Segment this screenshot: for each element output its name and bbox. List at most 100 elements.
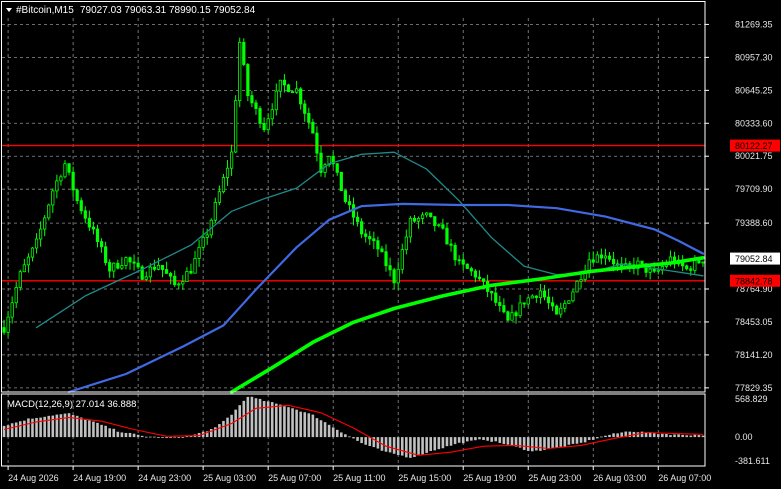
macd-bar <box>697 435 701 438</box>
macd-bar <box>685 435 689 438</box>
macd-bar <box>124 432 128 438</box>
macd-bar <box>2 425 6 438</box>
candle-body <box>299 88 303 105</box>
candle-body <box>538 290 543 298</box>
candle-body <box>55 180 59 192</box>
candle-body <box>567 300 571 304</box>
macd-bar <box>400 437 404 456</box>
candle-body <box>693 260 697 271</box>
macd-bar <box>478 437 481 440</box>
macd-bar <box>295 409 298 438</box>
macd-bar <box>31 418 34 438</box>
macd-bar <box>279 404 282 438</box>
macd-bar <box>283 406 286 438</box>
candle-body <box>225 167 230 178</box>
candle-body <box>270 109 274 120</box>
chart-canvas[interactable]: 81269.35 80957.30 80645.25 80333.60 80021.75… <box>0 0 781 489</box>
macd-bar <box>396 437 400 456</box>
candle-body <box>181 281 185 285</box>
macd-bar <box>331 427 335 438</box>
candle-body <box>603 255 608 259</box>
macd-bar <box>652 433 656 438</box>
candle-body <box>10 302 14 318</box>
macd-bar <box>323 422 327 438</box>
level-label-1-text: 78842.78 <box>735 276 773 286</box>
macd-bar <box>600 436 603 438</box>
macd-bar <box>43 416 46 438</box>
macd-bar <box>526 437 530 451</box>
candle-body <box>43 217 47 230</box>
candle-body <box>246 64 250 97</box>
chart-header: #Bitcoin,M15 79027.03 79063.31 78990.15 … <box>6 5 256 16</box>
macd-tick-label: -381.611 <box>735 456 770 466</box>
candle-body <box>416 218 421 222</box>
macd-bar <box>555 437 558 448</box>
macd-bar <box>230 414 233 438</box>
candle-body <box>611 258 616 265</box>
macd-bar <box>421 437 424 455</box>
macd-bar <box>291 408 294 438</box>
candle-body <box>595 254 599 263</box>
macd-bar <box>425 437 428 453</box>
candle-body <box>607 255 612 260</box>
macd-bar <box>656 434 660 438</box>
candle-body <box>213 201 217 221</box>
macd-bar <box>319 420 323 438</box>
candle-body <box>234 100 238 153</box>
macd-bar <box>409 437 412 458</box>
time-tick-label: 25 Aug 19:00 <box>463 473 516 483</box>
macd-bar <box>226 417 229 438</box>
candle-body <box>563 302 567 309</box>
candle-body <box>522 302 526 305</box>
candle-body <box>136 262 140 268</box>
macd-bar <box>689 435 693 438</box>
macd-bar <box>59 414 63 438</box>
candle-body <box>22 264 26 273</box>
macd-bar <box>128 432 132 438</box>
candle-body <box>156 264 161 270</box>
time-tick-label: 25 Aug 07:00 <box>268 473 321 483</box>
candle-body <box>75 189 79 202</box>
macd-bar <box>551 437 554 448</box>
macd-bar <box>453 437 457 445</box>
macd-bar <box>376 437 380 449</box>
candle-body <box>384 251 388 267</box>
candle-body <box>404 236 408 251</box>
macd-bar <box>181 437 185 438</box>
macd-bar <box>311 414 315 438</box>
macd-bar <box>218 424 221 438</box>
macd-bar <box>254 398 258 438</box>
macd-bar <box>669 435 672 438</box>
candle-body <box>530 295 534 299</box>
macd-bar <box>67 413 71 438</box>
macd-bar <box>303 412 307 438</box>
macd-bar <box>583 437 587 443</box>
macd-bar <box>35 417 38 438</box>
candle-body <box>697 260 701 264</box>
macd-bar <box>88 420 91 438</box>
macd-bar <box>120 432 124 438</box>
macd-bar <box>169 437 172 438</box>
candle-body <box>99 241 104 248</box>
macd-bar <box>433 437 437 451</box>
candle-body <box>376 240 380 250</box>
macd-bar <box>108 428 111 438</box>
candle-body <box>295 88 299 93</box>
candle-body <box>335 163 339 173</box>
macd-bar <box>449 437 453 446</box>
price-tick-label: 80333.60 <box>735 118 773 128</box>
macd-bar <box>539 437 542 451</box>
candle-body <box>502 305 506 313</box>
macd-bar <box>250 396 254 438</box>
current-price-label-text: 79052.84 <box>735 254 773 264</box>
macd-bar <box>6 425 10 438</box>
macd-bar <box>429 437 433 451</box>
candle-body <box>441 224 445 229</box>
candle-body <box>63 163 67 178</box>
candle-body <box>2 327 6 333</box>
candle-body <box>254 102 258 109</box>
candle-body <box>266 118 270 131</box>
candle-body <box>238 41 242 102</box>
candle-body <box>79 200 83 212</box>
candle-body <box>433 216 437 226</box>
